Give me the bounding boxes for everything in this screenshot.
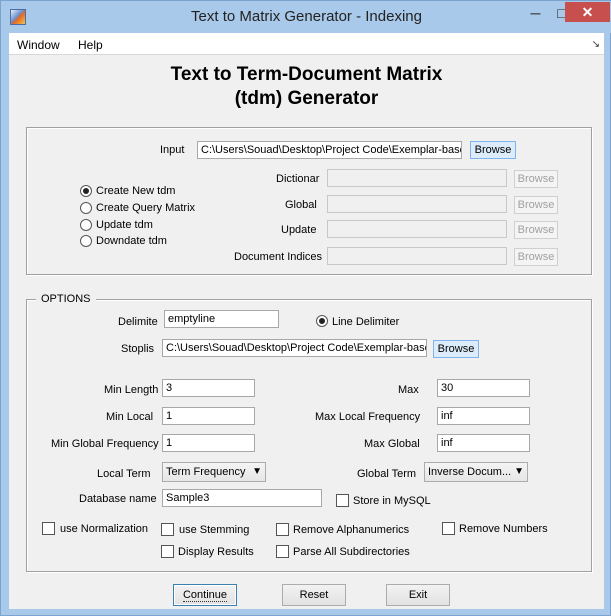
stoplist-label: Stoplis (121, 343, 155, 355)
line-delimiter-label: Line Delimiter (332, 316, 400, 328)
global-term-value: Inverse Docum... (428, 466, 512, 478)
parse-all-subdirectories-checkbox[interactable] (276, 545, 289, 558)
local-term-value: Term Frequency (166, 466, 246, 478)
display-results-checkbox[interactable] (161, 545, 174, 558)
dictionar-browse-button: Browse (514, 170, 558, 188)
use-stemming-checkbox[interactable] (161, 523, 174, 536)
line-delimiter-radio[interactable] (316, 315, 328, 327)
continue-button[interactable]: Continue (173, 584, 237, 606)
options-panel-title: OPTIONS (36, 293, 96, 305)
reset-button[interactable]: Reset (282, 584, 346, 606)
database-name-label: Database name (79, 493, 157, 505)
create-new-tdm-label: Create New tdm (96, 185, 176, 197)
input-browse-button[interactable]: Browse (470, 141, 516, 159)
update-tdm-radio[interactable] (80, 219, 92, 231)
input-path-field[interactable]: C:\Users\Souad\Desktop\Project Code\Exem… (197, 141, 462, 159)
menu-bar: Window Help ↘ (9, 33, 604, 55)
remove-alphanumerics-label: Remove Alphanumerics (293, 524, 410, 536)
min-local-field[interactable]: 1 (162, 407, 255, 425)
stoplist-browse-button[interactable]: Browse (433, 340, 479, 358)
minimize-button[interactable]: ─ (522, 2, 549, 24)
window-title: Text to Matrix Generator - Indexing (191, 8, 422, 25)
continue-button-label: Continue (182, 589, 228, 602)
exit-button[interactable]: Exit (386, 584, 450, 606)
store-in-mysql-checkbox[interactable] (336, 494, 349, 507)
max-local-frequency-field[interactable]: inf (437, 407, 530, 425)
database-name-field[interactable]: Sample3 (162, 489, 322, 507)
create-new-tdm-radio[interactable] (80, 185, 92, 197)
delimiter-label: Delimite (118, 316, 158, 328)
global-browse-button: Browse (514, 196, 558, 214)
chevron-down-icon: ▼ (514, 466, 524, 477)
app-window: Text to Matrix Generator - Indexing ─ □ … (0, 0, 611, 616)
min-length-field[interactable]: 3 (162, 379, 255, 397)
input-label: Input (160, 144, 185, 156)
remove-numbers-label: Remove Numbers (459, 523, 548, 535)
dictionar-field (327, 169, 507, 187)
update-tdm-label: Update tdm (96, 219, 153, 231)
menu-help[interactable]: Help (78, 38, 103, 52)
remove-alphanumerics-checkbox[interactable] (276, 523, 289, 536)
dock-arrow-icon[interactable]: ↘ (592, 39, 600, 50)
page-title-line1: Text to Term-Document Matrix (170, 64, 443, 85)
client-area: Window Help ↘ Text to Term-Document Matr… (9, 33, 604, 609)
max-length-field[interactable]: 30 (437, 379, 530, 397)
use-normalization-label: use Normalization (60, 523, 149, 535)
create-query-matrix-label: Create Query Matrix (96, 202, 196, 214)
dictionar-label: Dictionar (276, 173, 320, 185)
document-indices-label: Document Indices (234, 251, 323, 263)
create-query-matrix-radio[interactable] (80, 202, 92, 214)
parse-all-subdirectories-label: Parse All Subdirectories (293, 546, 410, 558)
global-term-dropdown[interactable]: Inverse Docum... ▼ (424, 462, 528, 482)
update-label: Update (281, 224, 317, 236)
store-in-mysql-label: Store in MySQL (353, 495, 431, 507)
document-indices-field (327, 247, 507, 265)
max-length-label: Max (398, 384, 419, 396)
global-term-label: Global Term (357, 468, 417, 480)
display-results-label: Display Results (178, 546, 254, 558)
local-term-label: Local Term (97, 468, 151, 480)
min-length-label: Min Length (104, 384, 159, 396)
update-field (327, 220, 507, 238)
min-global-frequency-field[interactable]: 1 (162, 434, 255, 452)
local-term-dropdown[interactable]: Term Frequency ▼ (162, 462, 266, 482)
menu-window[interactable]: Window (17, 38, 60, 52)
max-global-field[interactable]: inf (437, 434, 530, 452)
remove-numbers-checkbox[interactable] (442, 522, 455, 535)
update-browse-button: Browse (514, 221, 558, 239)
max-local-frequency-label: Max Local Frequency (315, 411, 421, 423)
page-title-line2: (tdm) Generator (234, 88, 379, 109)
global-label: Global (285, 199, 317, 211)
use-stemming-label: use Stemming (179, 524, 250, 536)
document-indices-browse-button: Browse (514, 248, 558, 266)
close-button[interactable]: ✕ (565, 2, 610, 22)
downdate-tdm-label: Downdate tdm (96, 235, 167, 247)
stoplist-path-field[interactable]: C:\Users\Souad\Desktop\Project Code\Exem… (162, 339, 427, 357)
delimiter-field[interactable]: emptyline (164, 310, 279, 328)
min-local-label: Min Local (106, 411, 154, 423)
downdate-tdm-radio[interactable] (80, 235, 92, 247)
global-field (327, 195, 507, 213)
use-normalization-checkbox[interactable] (42, 522, 55, 535)
min-global-frequency-label: Min Global Frequency (51, 438, 159, 450)
max-global-label: Max Global (364, 438, 420, 450)
chevron-down-icon: ▼ (252, 466, 262, 477)
title-bar[interactable]: Text to Matrix Generator - Indexing ─ □ … (1, 1, 611, 33)
